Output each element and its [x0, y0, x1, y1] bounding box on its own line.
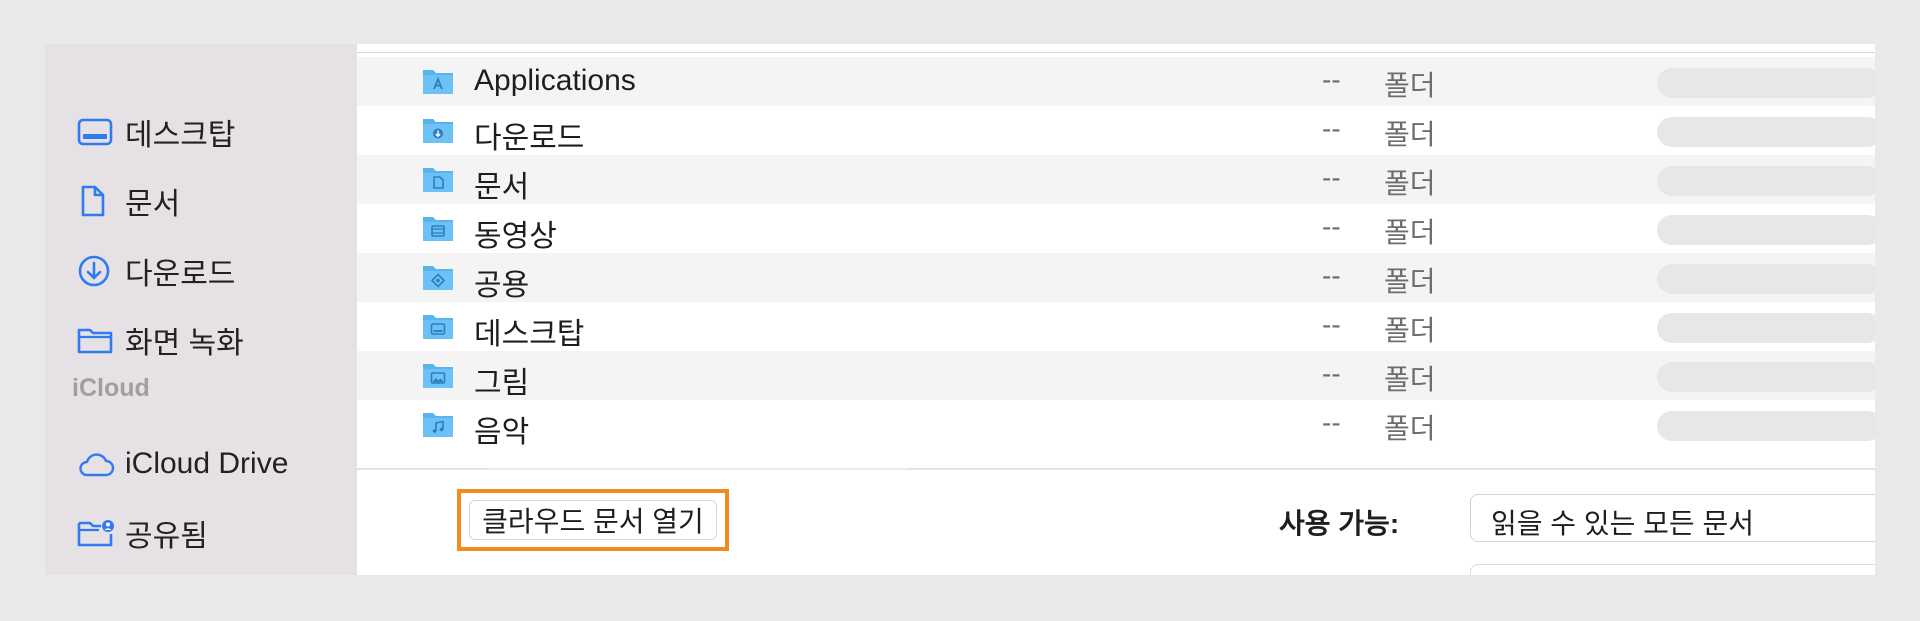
shared-folder-icon: [77, 516, 115, 550]
file-name: 문서: [474, 171, 530, 204]
footer-divider: [357, 468, 1875, 470]
date-placeholder: [1657, 117, 1875, 147]
file-list: Applications -- 폴더 다운로드 -- 폴더 문서 -- 폴더 동…: [357, 57, 1875, 449]
file-size: --: [1322, 309, 1341, 340]
cloud-icon: [77, 447, 115, 481]
sidebar-item-desktop[interactable]: 데스크탑: [77, 110, 235, 154]
download-icon: [77, 254, 115, 288]
table-row[interactable]: 다운로드 -- 폴더: [357, 106, 1875, 155]
sidebar-item-label: iCloud Drive: [125, 447, 289, 480]
file-size: --: [1322, 407, 1341, 438]
open-file-dialog: 데스크탑 문서 다운로드 화면 녹화 iCloud iCloud Drive 공…: [45, 44, 1875, 575]
desktop-icon: [77, 115, 115, 149]
file-size: --: [1322, 211, 1341, 242]
downloads-folder-icon: [422, 116, 454, 144]
file-kind: 폴더: [1384, 70, 1436, 101]
music-folder-icon: [422, 410, 454, 438]
file-kind: 폴더: [1384, 119, 1436, 150]
date-placeholder: [1657, 68, 1875, 98]
file-size: --: [1322, 113, 1341, 144]
folder-icon: [77, 323, 115, 357]
table-row[interactable]: 음악 -- 폴더: [357, 400, 1875, 449]
document-icon: [77, 184, 115, 218]
open-cloud-documents-button[interactable]: 클라우드 문서 열기: [469, 500, 717, 540]
date-placeholder: [1657, 362, 1875, 392]
desktop-folder-icon: [422, 312, 454, 340]
sidebar: 데스크탑 문서 다운로드 화면 녹화 iCloud iCloud Drive 공…: [45, 44, 357, 575]
sidebar-item-label: 다운로드: [125, 258, 236, 291]
file-name: 동영상: [474, 220, 557, 253]
file-name: 다운로드: [474, 122, 585, 155]
applications-folder-icon: [422, 67, 454, 95]
file-size: --: [1322, 358, 1341, 389]
cloud-button-highlight: 클라우드 문서 열기: [457, 489, 729, 551]
sidebar-item-label: 문서: [125, 188, 181, 221]
date-placeholder: [1657, 264, 1875, 294]
file-name: Applications: [474, 64, 636, 97]
table-row[interactable]: 문서 -- 폴더: [357, 155, 1875, 204]
file-kind: 폴더: [1384, 266, 1436, 297]
public-folder-icon: [422, 263, 454, 291]
file-kind: 폴더: [1384, 413, 1436, 444]
secondary-select[interactable]: [1470, 564, 1875, 575]
sidebar-item-label: 데스크탑: [125, 119, 236, 152]
available-label: 사용 가능:: [1279, 508, 1400, 539]
file-kind: 폴더: [1384, 168, 1436, 199]
file-kind: 폴더: [1384, 217, 1436, 248]
sidebar-item-shared[interactable]: 공유됨: [77, 511, 208, 555]
file-size: --: [1322, 64, 1341, 95]
documents-folder-icon: [422, 165, 454, 193]
file-size: --: [1322, 162, 1341, 193]
file-name: 그림: [474, 367, 530, 400]
header-divider: [357, 52, 1875, 53]
file-name: 공용: [474, 269, 530, 302]
sidebar-item-documents[interactable]: 문서: [77, 179, 180, 223]
file-size: --: [1322, 260, 1341, 291]
file-name: 데스크탑: [474, 318, 585, 351]
pictures-folder-icon: [422, 361, 454, 389]
date-placeholder: [1657, 215, 1875, 245]
table-row[interactable]: Applications -- 폴더: [357, 57, 1875, 106]
table-row[interactable]: 동영상 -- 폴더: [357, 204, 1875, 253]
sidebar-item-label: 공유됨: [125, 520, 208, 553]
sidebar-section-icloud: iCloud: [72, 374, 150, 402]
movies-folder-icon: [422, 214, 454, 242]
file-browser: Applications -- 폴더 다운로드 -- 폴더 문서 -- 폴더 동…: [357, 44, 1875, 575]
date-placeholder: [1657, 166, 1875, 196]
file-kind: 폴더: [1384, 315, 1436, 346]
sidebar-item-downloads[interactable]: 다운로드: [77, 249, 235, 293]
file-type-select[interactable]: 읽을 수 있는 모든 문서: [1470, 494, 1875, 542]
file-name: 음악: [474, 416, 530, 449]
sidebar-item-label: 화면 녹화: [125, 327, 244, 360]
table-row[interactable]: 데스크탑 -- 폴더: [357, 302, 1875, 351]
sidebar-item-icloud-drive[interactable]: iCloud Drive: [77, 442, 288, 486]
table-row[interactable]: 공용 -- 폴더: [357, 253, 1875, 302]
sidebar-item-screen-recordings[interactable]: 화면 녹화: [77, 318, 244, 362]
divider-segment: [487, 468, 907, 470]
date-placeholder: [1657, 313, 1875, 343]
file-kind: 폴더: [1384, 364, 1436, 395]
table-row[interactable]: 그림 -- 폴더: [357, 351, 1875, 400]
date-placeholder: [1657, 411, 1875, 441]
file-type-value: 읽을 수 있는 모든 문서: [1491, 508, 1754, 539]
